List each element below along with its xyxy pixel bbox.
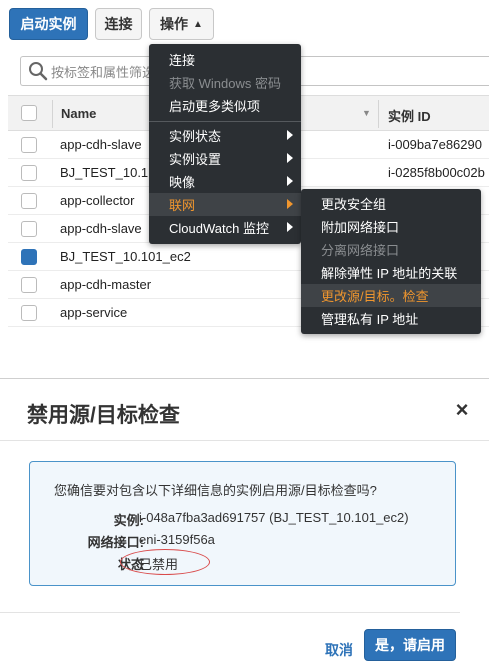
instances-panel: 启动实例 连接 操作 ▲ 按标签和属性筛选 Name ▼ 实例 ID app-c… <box>0 0 489 340</box>
row-checkbox[interactable] <box>21 193 37 209</box>
sort-down-icon[interactable]: ▼ <box>362 108 371 118</box>
instance-name: app-cdh-slave <box>60 221 142 236</box>
row-checkbox[interactable] <box>21 305 37 321</box>
menu-item-launch-more-like-this[interactable]: 启动更多类似项 <box>149 94 301 117</box>
confirm-enable-button[interactable]: 是，请启用 <box>364 629 456 661</box>
connect-button[interactable]: 连接 <box>95 8 142 40</box>
close-icon[interactable]: × <box>451 399 473 421</box>
chevron-right-icon <box>287 222 293 232</box>
instance-name: BJ_TEST_10.1 <box>60 165 149 180</box>
row-checkbox[interactable] <box>21 221 37 237</box>
search-placeholder: 按标签和属性筛选 <box>51 64 156 80</box>
launch-instance-button[interactable]: 启动实例 <box>9 8 88 40</box>
column-header-name[interactable]: Name <box>61 106 96 121</box>
column-divider <box>378 100 379 128</box>
menu-item-get-windows-password: 获取 Windows 密码 <box>169 76 281 91</box>
menu-item-label: CloudWatch 监控 <box>169 221 269 236</box>
cancel-button[interactable]: 取消 <box>325 640 353 660</box>
menu-item-instance-settings[interactable]: 实例设置 <box>149 147 301 170</box>
menu-item-label: 实例状态 <box>169 129 222 144</box>
networking-submenu: 更改安全组 附加网络接口 分离网络接口 解除弹性 IP 地址的关联 更改源/目标… <box>301 189 481 334</box>
disable-source-dest-check-dialog: 禁用源/目标检查 × 您确信要对包含以下详细信息的实例启用源/目标检查吗? 实例… <box>0 378 489 661</box>
chevron-up-icon: ▲ <box>193 18 203 30</box>
chevron-right-icon <box>287 153 293 163</box>
chevron-right-icon <box>287 176 293 186</box>
menu-item-connect[interactable]: 连接 <box>149 48 301 71</box>
actions-button[interactable]: 操作 ▲ <box>149 8 214 40</box>
column-divider <box>52 100 53 128</box>
footer-divider <box>0 612 460 613</box>
instance-name: app-collector <box>60 193 135 208</box>
menu-item-instance-state[interactable]: 实例状态 <box>149 124 301 147</box>
network-interface-value: eni-3159f56a <box>139 532 215 547</box>
menu-item-image[interactable]: 映像 <box>149 170 301 193</box>
menu-item-label: 映像 <box>169 175 196 190</box>
instance-name: BJ_TEST_10.101_ec2 <box>60 249 191 264</box>
menu-item-attach-network-interface[interactable]: 附加网络接口 <box>301 215 481 238</box>
instance-id: i-0285f8b00c02b <box>388 165 485 180</box>
dialog-header: 禁用源/目标检查 × <box>0 379 489 441</box>
instance-value: i-048a7fba3ad691757 (BJ_TEST_10.101_ec2) <box>139 510 409 525</box>
instance-id: i-009ba7e86290 <box>388 137 482 152</box>
menu-item-disassociate-elastic-ip[interactable]: 解除弹性 IP 地址的关联 <box>301 261 481 284</box>
menu-item-manage-private-ip[interactable]: 管理私有 IP 地址 <box>301 307 481 330</box>
select-all-checkbox[interactable] <box>21 105 37 121</box>
info-box: 您确信要对包含以下详细信息的实例启用源/目标检查吗? 实例: i-048a7fb… <box>29 461 456 586</box>
actions-button-label: 操作 <box>160 16 189 32</box>
menu-item-change-security-groups[interactable]: 更改安全组 <box>301 192 481 215</box>
menu-item-change-source-dest-check[interactable]: 更改源/目标。检查 <box>301 284 481 307</box>
row-checkbox[interactable] <box>21 137 37 153</box>
instance-name: app-cdh-master <box>60 277 152 292</box>
row-checkbox[interactable] <box>21 165 37 181</box>
search-icon <box>27 60 49 82</box>
menu-item-detach-network-interface: 分离网络接口 <box>321 243 400 258</box>
highlight-ellipse <box>120 549 210 575</box>
instance-name: app-service <box>60 305 128 320</box>
instance-name: app-cdh-slave <box>60 137 142 152</box>
menu-item-cloudwatch-monitoring[interactable]: CloudWatch 监控 <box>149 216 301 239</box>
menu-item-networking[interactable]: 联网 <box>149 193 301 216</box>
dialog-title: 禁用源/目标检查 <box>27 404 180 427</box>
network-interface-label: 网络接口: <box>87 535 144 550</box>
menu-item-label: 联网 <box>169 198 196 213</box>
row-checkbox[interactable] <box>21 277 37 293</box>
confirmation-question: 您确信要对包含以下详细信息的实例启用源/目标检查吗? <box>54 483 377 498</box>
row-checkbox-checked[interactable] <box>21 249 37 265</box>
actions-menu: 连接 获取 Windows 密码 启动更多类似项 实例状态 实例设置 映像 联网… <box>149 44 301 244</box>
column-header-instance-id[interactable]: 实例 ID <box>388 106 431 125</box>
chevron-right-icon <box>287 199 293 209</box>
menu-divider <box>149 121 301 122</box>
instance-label: 实例: <box>113 513 144 528</box>
menu-item-label: 实例设置 <box>169 152 222 167</box>
chevron-right-icon <box>287 130 293 140</box>
